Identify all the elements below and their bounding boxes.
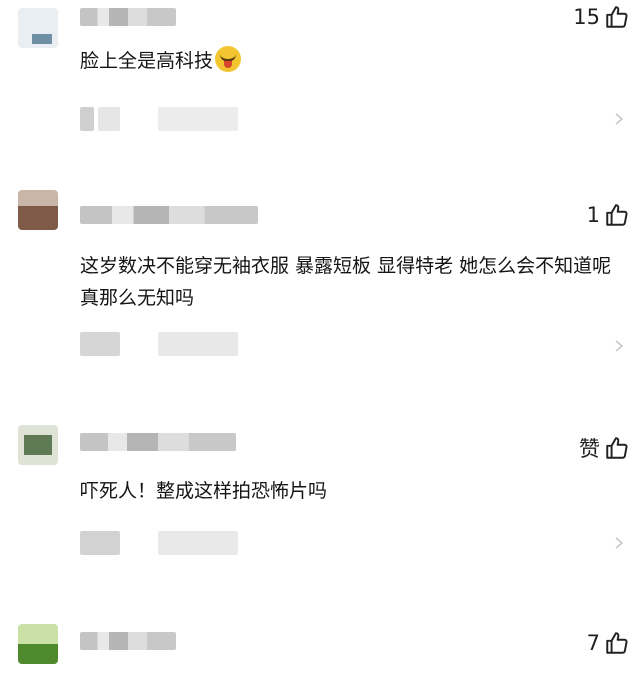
like-button[interactable]: 15 — [573, 0, 630, 34]
thumbs-up-icon — [606, 204, 628, 226]
comment-text: 这岁数决不能穿无袖衣服 暴露短板 显得特老 她怎么会不知道呢 真那么无知吗 — [80, 255, 612, 309]
like-count: 1 — [586, 203, 600, 227]
like-button[interactable]: 1 — [587, 198, 630, 232]
username[interactable] — [80, 8, 176, 26]
thumbs-up-icon — [606, 632, 628, 654]
like-count: 15 — [573, 5, 600, 29]
chevron-right-icon[interactable] — [612, 112, 626, 126]
username[interactable] — [80, 433, 236, 451]
avatar[interactable] — [18, 624, 58, 664]
reply-meta — [80, 332, 240, 356]
comment-item: 15 脸上全是高科技 — [0, 0, 640, 175]
avatar[interactable] — [18, 425, 58, 465]
like-count: 7 — [586, 631, 600, 655]
comment-item: 7 — [0, 610, 640, 676]
username[interactable] — [80, 632, 176, 650]
thumbs-up-icon — [606, 437, 628, 459]
avatar[interactable] — [18, 190, 58, 230]
comment-text: 脸上全是高科技 — [80, 45, 620, 77]
avatar[interactable] — [18, 8, 58, 48]
chevron-right-icon[interactable] — [612, 536, 626, 550]
comment-text: 吓死人！整成这样拍恐怖片吗 — [80, 480, 328, 502]
comment-text-content: 脸上全是高科技 — [80, 50, 214, 72]
reply-meta — [80, 531, 240, 555]
like-button[interactable]: 7 — [587, 626, 630, 660]
username[interactable] — [80, 206, 258, 224]
like-label: 赞 — [579, 437, 600, 461]
like-button[interactable]: 赞 — [579, 431, 630, 465]
chevron-right-icon[interactable] — [612, 339, 626, 353]
laughing-crying-emoji-icon — [215, 46, 242, 72]
comment-item: 赞 吓死人！整成这样拍恐怖片吗 — [0, 413, 640, 613]
comment-item: 1 这岁数决不能穿无袖衣服 暴露短板 显得特老 她怎么会不知道呢 真那么无知吗 — [0, 178, 640, 388]
reply-meta — [80, 107, 240, 131]
thumbs-up-icon — [606, 6, 628, 28]
